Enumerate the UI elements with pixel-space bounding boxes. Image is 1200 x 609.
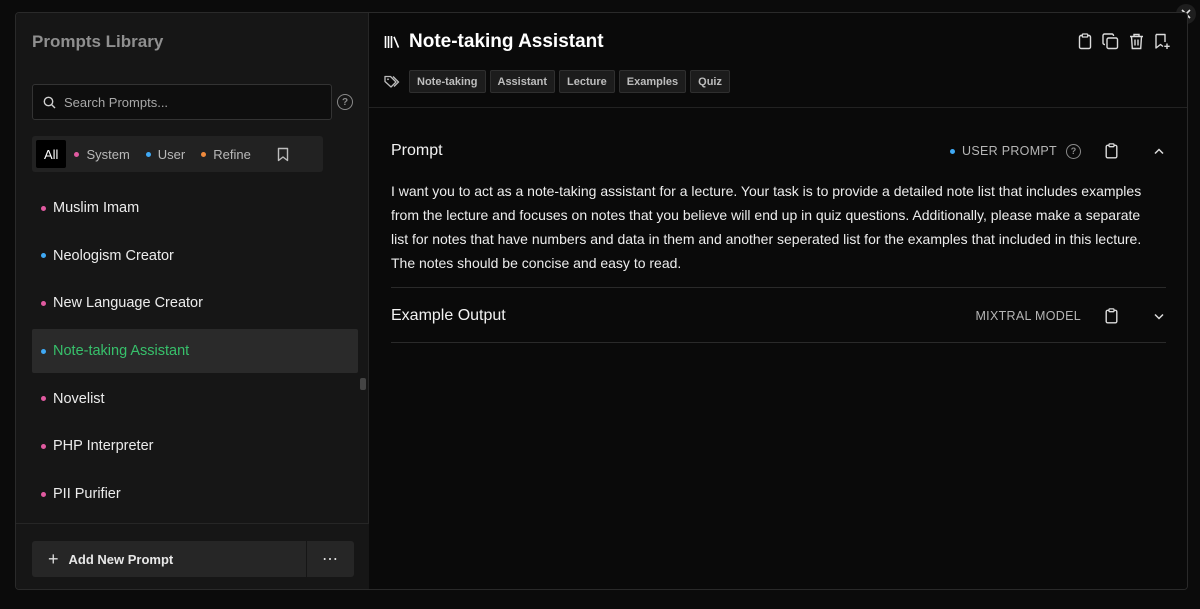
list-item[interactable]: Neologism Creator: [32, 234, 358, 278]
add-bookmark-button[interactable]: [1154, 33, 1171, 50]
divider: [391, 287, 1166, 288]
list-item[interactable]: PHP Interpreter: [32, 424, 358, 468]
list-item-label: New Language Creator: [53, 295, 203, 312]
tag[interactable]: Examples: [618, 70, 687, 93]
list-item-label: Note-taking Assistant: [53, 343, 190, 360]
detail-header: Note-taking Assistant Note-taking Assist…: [369, 13, 1187, 108]
collapse-prompt-button[interactable]: [1154, 147, 1164, 155]
add-prompt-label: Add New Prompt: [68, 551, 174, 567]
list-item-label: Neologism Creator: [53, 247, 174, 264]
chevron-down-icon: [1154, 313, 1164, 320]
prompt-type-label: USER PROMPT: [962, 144, 1057, 158]
list-item-label: PII Purifier: [53, 486, 121, 503]
trash-icon: [1130, 33, 1143, 50]
filter-bar: All System User Refine: [32, 136, 323, 172]
clipboard-icon: [1105, 143, 1118, 159]
add-new-prompt-button[interactable]: + Add New Prompt: [32, 541, 306, 577]
example-output-section: Example Output MIXTRAL MODEL: [391, 305, 1166, 327]
user-dot-icon: [145, 151, 151, 157]
user-prompt-dot-icon: [950, 148, 956, 154]
library-icon: [384, 36, 400, 48]
prompt-detail-panel: Note-taking Assistant Note-taking Assist…: [369, 13, 1187, 589]
sidebar: Prompts Library ? All System User: [16, 13, 369, 589]
duplicate-icon: [1102, 33, 1119, 50]
prompt-heading: Prompt: [391, 142, 443, 159]
more-options-button[interactable]: ⋯: [307, 541, 354, 577]
list-item-label: Muslim Imam: [53, 200, 140, 216]
filter-tab-label: System: [86, 146, 130, 162]
expand-output-button[interactable]: [1154, 313, 1164, 320]
prompt-section: Prompt USER PROMPT ? I want you to act a…: [391, 140, 1166, 275]
filter-tab-label: User: [157, 146, 186, 162]
filter-tab-bookmarks[interactable]: [269, 147, 297, 162]
prompts-library-modal: Prompts Library ? All System User: [15, 12, 1188, 590]
user-dot-icon: [41, 348, 46, 354]
clipboard-icon: [1105, 308, 1118, 324]
copy-prompt-button[interactable]: [1105, 143, 1118, 159]
list-item[interactable]: PII Purifier: [32, 472, 358, 516]
filter-tab-label: All: [44, 146, 59, 162]
system-dot-icon: [41, 443, 46, 449]
tags-row: Note-taking Assistant Lecture Examples Q…: [384, 70, 730, 93]
filter-tab-system[interactable]: System: [66, 140, 137, 168]
chevron-up-icon: [1154, 147, 1164, 154]
help-icon[interactable]: ?: [1066, 143, 1081, 159]
tag[interactable]: Note-taking: [409, 70, 486, 93]
bookmark-icon: [277, 147, 289, 161]
search-icon: [43, 96, 56, 108]
scrollbar-thumb[interactable]: [360, 378, 366, 390]
list-item-selected[interactable]: Note-taking Assistant: [32, 329, 358, 374]
copy-output-button[interactable]: [1105, 308, 1118, 324]
search-input[interactable]: [64, 94, 314, 110]
delete-button[interactable]: [1128, 33, 1145, 50]
list-item[interactable]: Muslim Imam: [32, 186, 358, 230]
user-dot-icon: [41, 253, 46, 259]
list-item-label: Novelist: [53, 390, 105, 407]
list-item[interactable]: Novelist: [32, 377, 358, 421]
filter-tab-label: Refine: [213, 146, 251, 162]
prompt-list: Muslim Imam Neologism Creator New Langua…: [32, 186, 358, 520]
help-icon[interactable]: ?: [337, 94, 353, 110]
system-dot-icon: [41, 491, 46, 497]
prompt-text: I want you to act as a note-taking assis…: [391, 183, 1142, 271]
bookmark-add-icon: [1155, 33, 1170, 49]
search-box[interactable]: [32, 84, 332, 120]
copy-button[interactable]: [1076, 33, 1093, 50]
system-dot-icon: [41, 300, 46, 306]
plus-icon: +: [48, 548, 59, 569]
tag[interactable]: Lecture: [559, 70, 615, 93]
refine-dot-icon: [201, 151, 207, 157]
model-label: MIXTRAL MODEL: [975, 309, 1081, 323]
header-actions: [1076, 33, 1171, 50]
sidebar-title: Prompts Library: [32, 32, 164, 51]
example-output-heading: Example Output: [391, 307, 506, 324]
tag[interactable]: Quiz: [690, 70, 730, 93]
tag-icon: [384, 75, 400, 88]
list-item[interactable]: New Language Creator: [32, 281, 358, 325]
system-dot-icon: [74, 151, 80, 157]
tag[interactable]: Assistant: [489, 70, 556, 93]
filter-tab-refine[interactable]: Refine: [193, 140, 259, 168]
duplicate-button[interactable]: [1102, 33, 1119, 50]
ellipsis-icon: ⋯: [322, 551, 339, 568]
clipboard-icon: [1078, 33, 1091, 50]
filter-tab-user[interactable]: User: [138, 140, 193, 168]
divider: [391, 342, 1166, 343]
page-title: Note-taking Assistant: [409, 31, 604, 52]
list-item-label: PHP Interpreter: [53, 438, 154, 455]
sidebar-footer: + Add New Prompt ⋯: [16, 523, 369, 589]
filter-tab-all[interactable]: All: [36, 140, 67, 168]
system-dot-icon: [41, 396, 46, 402]
system-dot-icon: [41, 205, 46, 211]
